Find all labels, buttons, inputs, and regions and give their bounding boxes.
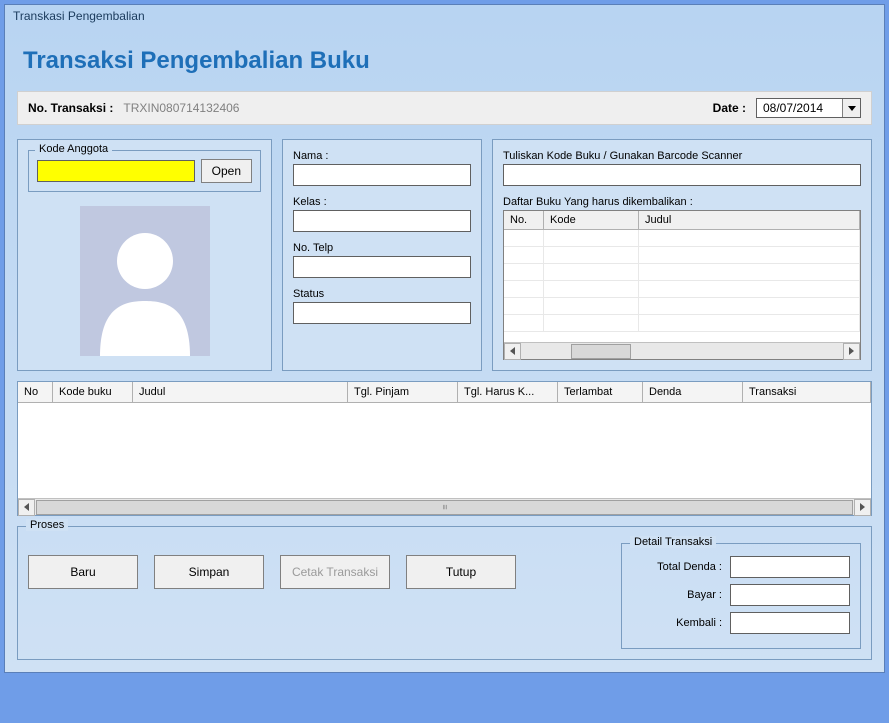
member-details-panel: Nama : Kelas : No. Telp Status <box>282 139 482 371</box>
title-bar: Transkasi Pengembalian <box>5 5 884 27</box>
kembali-label: Kembali : <box>632 617 722 629</box>
main-scroll-thumb[interactable] <box>36 500 853 515</box>
col-kode[interactable]: Kode <box>544 211 639 229</box>
date-input[interactable] <box>757 99 842 117</box>
return-list-label: Daftar Buku Yang harus dikembalikan : <box>503 196 861 208</box>
mcol-kode[interactable]: Kode buku <box>53 382 133 402</box>
mcol-tgl-harus[interactable]: Tgl. Harus K... <box>458 382 558 402</box>
kembali-input[interactable] <box>730 612 850 634</box>
kode-anggota-legend: Kode Anggota <box>35 143 112 155</box>
txn-no-value: TRXIN080714132406 <box>123 101 239 115</box>
detail-legend: Detail Transaksi <box>630 536 716 548</box>
app-window: Transkasi Pengembalian Transaksi Pengemb… <box>4 4 885 673</box>
main-grid-body <box>18 403 871 498</box>
person-icon <box>80 206 210 356</box>
total-denda-input[interactable] <box>730 556 850 578</box>
kode-anggota-group: Kode Anggota Open <box>28 150 261 192</box>
bayar-label: Bayar : <box>632 589 722 601</box>
date-label: Date : <box>713 101 746 115</box>
proses-group: Proses Baru Simpan Cetak Transaksi Tutup… <box>17 526 872 660</box>
mcol-terlambat[interactable]: Terlambat <box>558 382 643 402</box>
main-scroll-left-icon[interactable] <box>18 499 35 516</box>
telp-input[interactable] <box>293 256 471 278</box>
chevron-down-icon[interactable] <box>842 99 860 117</box>
open-button[interactable]: Open <box>201 159 252 183</box>
tutup-button[interactable]: Tutup <box>406 555 516 589</box>
main-grid-hscroll[interactable] <box>18 498 871 515</box>
nama-input[interactable] <box>293 164 471 186</box>
kelas-label: Kelas : <box>293 196 471 208</box>
kode-anggota-input[interactable] <box>37 160 195 182</box>
total-denda-label: Total Denda : <box>632 561 722 573</box>
mcol-transaksi[interactable]: Transaksi <box>743 382 871 402</box>
panels-row: Kode Anggota Open Nama : <box>17 139 872 371</box>
transaction-info-row: No. Transaksi : TRXIN080714132406 Date : <box>17 91 872 125</box>
barcode-input[interactable] <box>503 164 861 186</box>
window-title: Transkasi Pengembalian <box>13 9 145 23</box>
telp-label: No. Telp <box>293 242 471 254</box>
return-grid-header: No. Kode Judul <box>504 211 860 230</box>
scanner-label: Tuliskan Kode Buku / Gunakan Barcode Sca… <box>503 150 861 162</box>
mcol-judul[interactable]: Judul <box>133 382 348 402</box>
main-grid-header: No Kode buku Judul Tgl. Pinjam Tgl. Haru… <box>18 382 871 403</box>
content-area: Transaksi Pengembalian Buku No. Transaks… <box>5 27 884 672</box>
status-input[interactable] <box>293 302 471 324</box>
baru-button[interactable]: Baru <box>28 555 138 589</box>
avatar-placeholder <box>80 206 210 356</box>
cetak-transaksi-button: Cetak Transaksi <box>280 555 390 589</box>
kelas-input[interactable] <box>293 210 471 232</box>
status-label: Status <box>293 288 471 300</box>
scroll-left-icon[interactable] <box>504 343 521 360</box>
bayar-input[interactable] <box>730 584 850 606</box>
simpan-button[interactable]: Simpan <box>154 555 264 589</box>
main-scroll-right-icon[interactable] <box>854 499 871 516</box>
col-no[interactable]: No. <box>504 211 544 229</box>
date-dropdown[interactable] <box>756 98 861 118</box>
member-panel: Kode Anggota Open <box>17 139 272 371</box>
detail-transaksi-group: Detail Transaksi Total Denda : Bayar : K… <box>621 543 861 649</box>
scroll-thumb[interactable] <box>571 344 631 359</box>
scroll-right-icon[interactable] <box>843 343 860 360</box>
mcol-denda[interactable]: Denda <box>643 382 743 402</box>
nama-label: Nama : <box>293 150 471 162</box>
page-title: Transaksi Pengembalian Buku <box>23 47 872 75</box>
book-panel: Tuliskan Kode Buku / Gunakan Barcode Sca… <box>492 139 872 371</box>
proses-legend: Proses <box>26 519 68 531</box>
return-grid-body <box>504 230 860 342</box>
txn-no-label: No. Transaksi : <box>28 101 113 115</box>
main-grid[interactable]: No Kode buku Judul Tgl. Pinjam Tgl. Haru… <box>17 381 872 516</box>
col-judul[interactable]: Judul <box>639 211 860 229</box>
mcol-tgl-pinjam[interactable]: Tgl. Pinjam <box>348 382 458 402</box>
return-grid-hscroll[interactable] <box>504 342 860 359</box>
action-buttons: Baru Simpan Cetak Transaksi Tutup <box>28 543 516 589</box>
return-list-grid[interactable]: No. Kode Judul <box>503 210 861 360</box>
mcol-no[interactable]: No <box>18 382 53 402</box>
